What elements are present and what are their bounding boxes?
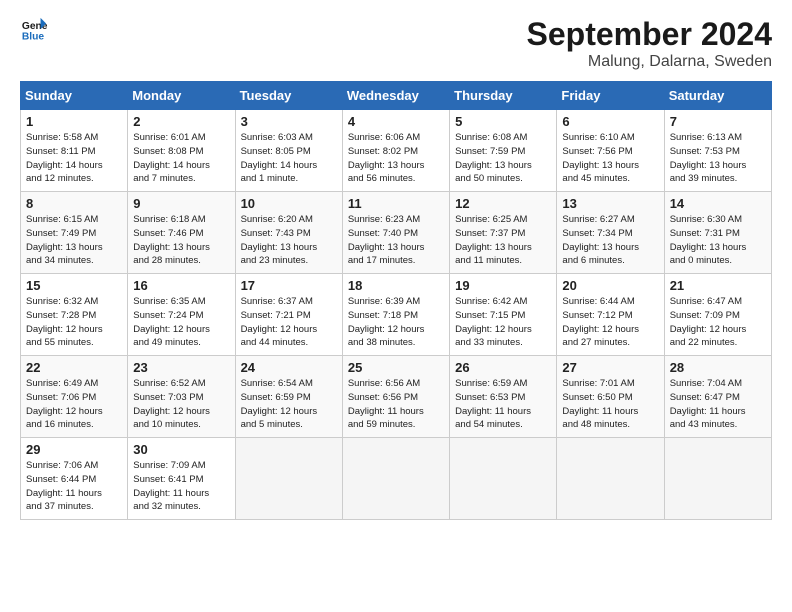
- calendar-week-1: 8Sunrise: 6:15 AM Sunset: 7:49 PM Daylig…: [21, 192, 772, 274]
- calendar-week-4: 29Sunrise: 7:06 AM Sunset: 6:44 PM Dayli…: [21, 438, 772, 520]
- table-row: 10Sunrise: 6:20 AM Sunset: 7:43 PM Dayli…: [235, 192, 342, 274]
- calendar-week-0: 1Sunrise: 5:58 AM Sunset: 8:11 PM Daylig…: [21, 110, 772, 192]
- table-row: 13Sunrise: 6:27 AM Sunset: 7:34 PM Dayli…: [557, 192, 664, 274]
- table-row: 17Sunrise: 6:37 AM Sunset: 7:21 PM Dayli…: [235, 274, 342, 356]
- table-row: 30Sunrise: 7:09 AM Sunset: 6:41 PM Dayli…: [128, 438, 235, 520]
- calendar-week-2: 15Sunrise: 6:32 AM Sunset: 7:28 PM Dayli…: [21, 274, 772, 356]
- header-monday: Monday: [128, 82, 235, 110]
- table-row: 8Sunrise: 6:15 AM Sunset: 7:49 PM Daylig…: [21, 192, 128, 274]
- title-block: September 2024 Malung, Dalarna, Sweden: [527, 16, 772, 71]
- header-wednesday: Wednesday: [342, 82, 449, 110]
- table-row: [557, 438, 664, 520]
- header-row: Sunday Monday Tuesday Wednesday Thursday…: [21, 82, 772, 110]
- table-row: 24Sunrise: 6:54 AM Sunset: 6:59 PM Dayli…: [235, 356, 342, 438]
- table-row: 20Sunrise: 6:44 AM Sunset: 7:12 PM Dayli…: [557, 274, 664, 356]
- header-sunday: Sunday: [21, 82, 128, 110]
- table-row: [342, 438, 449, 520]
- table-row: 5Sunrise: 6:08 AM Sunset: 7:59 PM Daylig…: [450, 110, 557, 192]
- table-row: 16Sunrise: 6:35 AM Sunset: 7:24 PM Dayli…: [128, 274, 235, 356]
- table-row: 3Sunrise: 6:03 AM Sunset: 8:05 PM Daylig…: [235, 110, 342, 192]
- header-saturday: Saturday: [664, 82, 771, 110]
- table-row: 2Sunrise: 6:01 AM Sunset: 8:08 PM Daylig…: [128, 110, 235, 192]
- month-title: September 2024: [527, 16, 772, 53]
- table-row: 6Sunrise: 6:10 AM Sunset: 7:56 PM Daylig…: [557, 110, 664, 192]
- table-row: 15Sunrise: 6:32 AM Sunset: 7:28 PM Dayli…: [21, 274, 128, 356]
- table-row: 27Sunrise: 7:01 AM Sunset: 6:50 PM Dayli…: [557, 356, 664, 438]
- calendar-table: Sunday Monday Tuesday Wednesday Thursday…: [20, 81, 772, 520]
- table-row: 14Sunrise: 6:30 AM Sunset: 7:31 PM Dayli…: [664, 192, 771, 274]
- logo-icon: General Blue: [20, 16, 48, 44]
- header-tuesday: Tuesday: [235, 82, 342, 110]
- table-row: 19Sunrise: 6:42 AM Sunset: 7:15 PM Dayli…: [450, 274, 557, 356]
- table-row: 12Sunrise: 6:25 AM Sunset: 7:37 PM Dayli…: [450, 192, 557, 274]
- table-row: 11Sunrise: 6:23 AM Sunset: 7:40 PM Dayli…: [342, 192, 449, 274]
- table-row: 1Sunrise: 5:58 AM Sunset: 8:11 PM Daylig…: [21, 110, 128, 192]
- table-row: 22Sunrise: 6:49 AM Sunset: 7:06 PM Dayli…: [21, 356, 128, 438]
- location-title: Malung, Dalarna, Sweden: [527, 53, 772, 71]
- table-row: 21Sunrise: 6:47 AM Sunset: 7:09 PM Dayli…: [664, 274, 771, 356]
- table-row: [450, 438, 557, 520]
- table-row: 25Sunrise: 6:56 AM Sunset: 6:56 PM Dayli…: [342, 356, 449, 438]
- table-row: [664, 438, 771, 520]
- calendar-week-3: 22Sunrise: 6:49 AM Sunset: 7:06 PM Dayli…: [21, 356, 772, 438]
- table-row: 4Sunrise: 6:06 AM Sunset: 8:02 PM Daylig…: [342, 110, 449, 192]
- logo: General Blue: [20, 16, 48, 44]
- header-thursday: Thursday: [450, 82, 557, 110]
- svg-text:Blue: Blue: [22, 31, 45, 42]
- table-row: 9Sunrise: 6:18 AM Sunset: 7:46 PM Daylig…: [128, 192, 235, 274]
- table-row: 29Sunrise: 7:06 AM Sunset: 6:44 PM Dayli…: [21, 438, 128, 520]
- table-row: 26Sunrise: 6:59 AM Sunset: 6:53 PM Dayli…: [450, 356, 557, 438]
- header-friday: Friday: [557, 82, 664, 110]
- table-row: [235, 438, 342, 520]
- table-row: 18Sunrise: 6:39 AM Sunset: 7:18 PM Dayli…: [342, 274, 449, 356]
- table-row: 28Sunrise: 7:04 AM Sunset: 6:47 PM Dayli…: [664, 356, 771, 438]
- table-row: 23Sunrise: 6:52 AM Sunset: 7:03 PM Dayli…: [128, 356, 235, 438]
- table-row: 7Sunrise: 6:13 AM Sunset: 7:53 PM Daylig…: [664, 110, 771, 192]
